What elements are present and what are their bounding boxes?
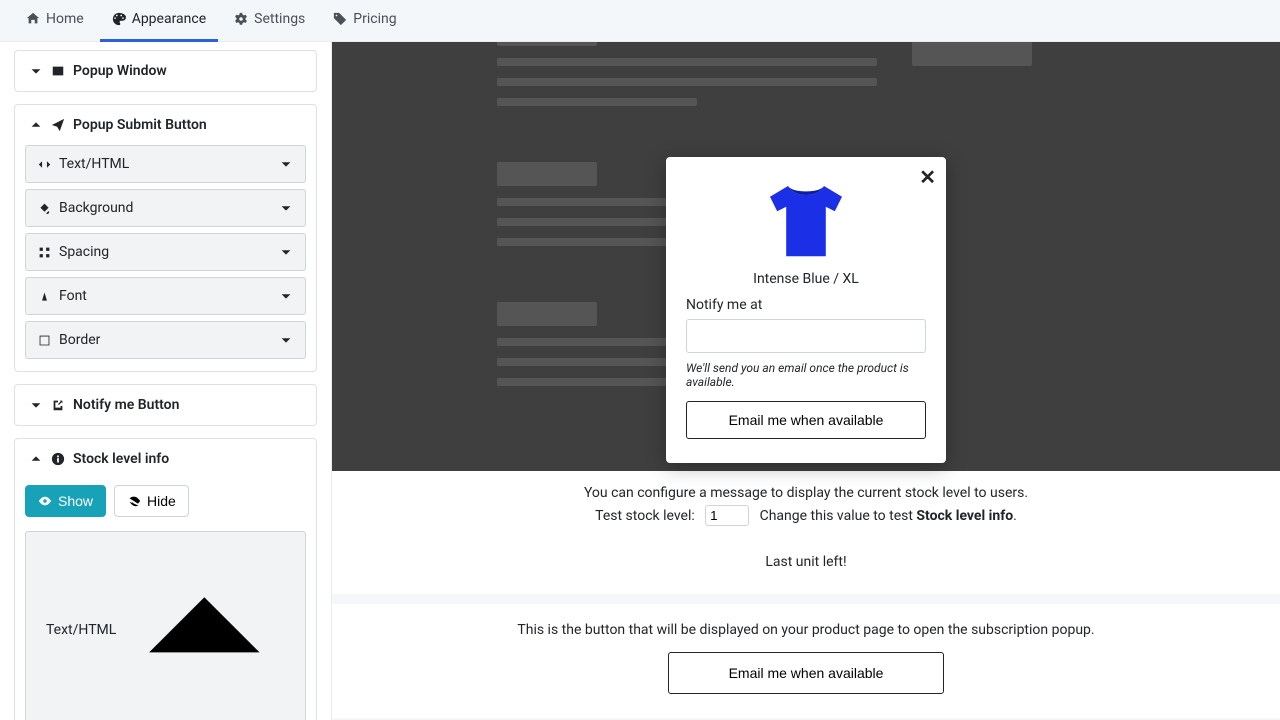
tshirt-icon bbox=[761, 181, 851, 263]
panel-notify-button-header[interactable]: Notify me Button bbox=[15, 385, 316, 425]
show-button[interactable]: Show bbox=[25, 485, 106, 517]
config-msg: You can configure a message to display t… bbox=[352, 485, 1260, 501]
chevron-up-icon bbox=[116, 542, 293, 719]
variant-label: Intense Blue / XL bbox=[686, 271, 926, 287]
last-unit-text: Last unit left! bbox=[352, 554, 1260, 570]
info-icon bbox=[51, 452, 65, 466]
change-prefix: Change this value to test bbox=[760, 508, 917, 524]
border-icon bbox=[38, 334, 51, 347]
chevron-down-icon bbox=[279, 157, 293, 171]
top-nav: Home Appearance Settings Pricing bbox=[0, 0, 1280, 42]
panel-title: Popup Window bbox=[73, 63, 167, 79]
acc-text-html[interactable]: Text/HTML bbox=[25, 145, 306, 183]
panel-title: Popup Submit Button bbox=[73, 117, 207, 133]
panel-popup-submit: Popup Submit Button Text/HTML Background… bbox=[14, 104, 317, 372]
spacing-icon bbox=[38, 246, 51, 259]
eye-icon bbox=[38, 494, 52, 508]
chevron-down-icon bbox=[279, 289, 293, 303]
panel-title: Stock level info bbox=[73, 451, 169, 467]
helper-text: We'll send you an email once the product… bbox=[686, 361, 926, 389]
notify-label: Notify me at bbox=[686, 297, 926, 313]
change-bold: Stock level info bbox=[916, 508, 1013, 524]
nav-pricing-label: Pricing bbox=[353, 11, 396, 27]
chevron-up-icon bbox=[29, 118, 43, 132]
test-stock-input[interactable] bbox=[705, 505, 749, 526]
chevron-up-icon bbox=[29, 452, 43, 466]
test-label: Test stock level: bbox=[595, 508, 695, 524]
acc-border[interactable]: Border bbox=[25, 321, 306, 359]
home-icon bbox=[26, 12, 40, 26]
nav-settings-label: Settings bbox=[254, 11, 305, 27]
sidebar: Popup Window Popup Submit Button Text/HT… bbox=[0, 42, 332, 720]
chevron-down-icon bbox=[279, 201, 293, 215]
palette-icon bbox=[112, 12, 126, 26]
external-icon bbox=[51, 398, 65, 412]
font-icon bbox=[38, 290, 51, 303]
acc-spacing[interactable]: Spacing bbox=[25, 233, 306, 271]
eye-slash-icon bbox=[127, 494, 141, 508]
popup: ✕ Intense Blue / XL Notify me at We'll s… bbox=[666, 157, 946, 463]
chevron-down-icon bbox=[29, 398, 43, 412]
config-section: You can configure a message to display t… bbox=[332, 471, 1280, 594]
preview-area: ✕ Intense Blue / XL Notify me at We'll s… bbox=[332, 42, 1280, 720]
tag-icon bbox=[333, 12, 347, 26]
preview-dark: ✕ Intense Blue / XL Notify me at We'll s… bbox=[332, 42, 1280, 471]
button-section: This is the button that will be displaye… bbox=[332, 594, 1280, 718]
fill-icon bbox=[38, 202, 51, 215]
window-icon bbox=[51, 64, 65, 78]
nav-pricing[interactable]: Pricing bbox=[321, 0, 408, 42]
chevron-down-icon bbox=[29, 64, 43, 78]
nav-appearance[interactable]: Appearance bbox=[100, 0, 218, 42]
panel-popup-submit-header[interactable]: Popup Submit Button bbox=[15, 105, 316, 145]
code-icon bbox=[38, 158, 51, 171]
nav-appearance-label: Appearance bbox=[132, 11, 206, 27]
panel-stock-info: Stock level info Show Hide Text/HTML bbox=[14, 438, 317, 720]
open-popup-button[interactable]: Email me when available bbox=[668, 652, 945, 694]
panel-stock-info-header[interactable]: Stock level info bbox=[15, 439, 316, 479]
hide-button[interactable]: Hide bbox=[114, 485, 189, 517]
close-icon[interactable]: ✕ bbox=[919, 165, 936, 189]
send-icon bbox=[51, 118, 65, 132]
panel-notify-button: Notify me Button bbox=[14, 384, 317, 426]
email-input[interactable] bbox=[686, 319, 926, 353]
nav-settings[interactable]: Settings bbox=[222, 0, 317, 42]
nav-home-label: Home bbox=[46, 11, 84, 27]
panel-popup-window-header[interactable]: Popup Window bbox=[15, 51, 316, 91]
submit-button[interactable]: Email me when available bbox=[686, 401, 926, 439]
panel-popup-window: Popup Window bbox=[14, 50, 317, 92]
acc-font[interactable]: Font bbox=[25, 277, 306, 315]
acc-background[interactable]: Background bbox=[25, 189, 306, 227]
panel-title: Notify me Button bbox=[73, 397, 179, 413]
button-desc: This is the button that will be displaye… bbox=[352, 622, 1260, 638]
acc-text-html-open[interactable]: Text/HTML bbox=[25, 531, 306, 720]
gear-icon bbox=[234, 12, 248, 26]
chevron-down-icon bbox=[279, 333, 293, 347]
nav-home[interactable]: Home bbox=[14, 0, 96, 42]
chevron-down-icon bbox=[279, 245, 293, 259]
